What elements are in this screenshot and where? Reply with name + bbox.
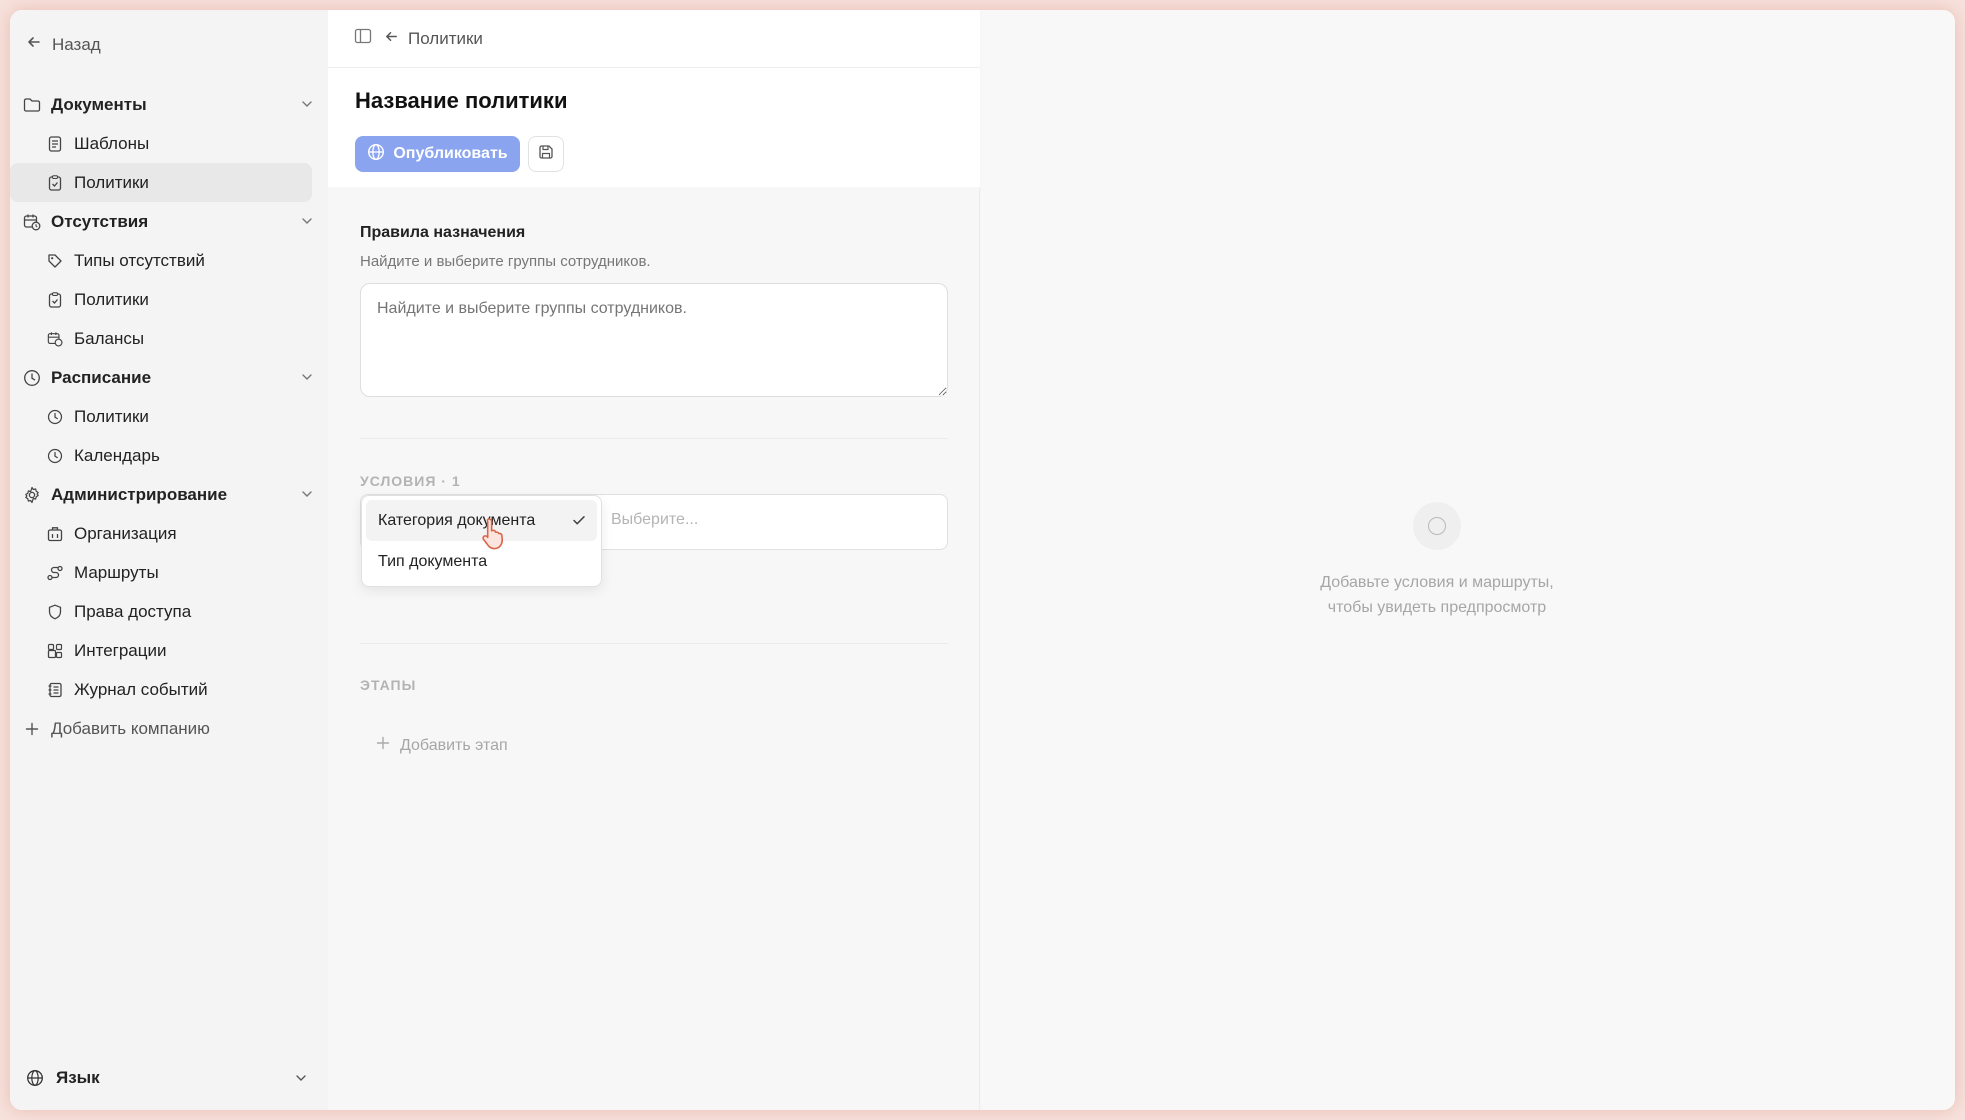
chevron-down-icon xyxy=(300,369,314,389)
arrow-left-icon xyxy=(384,29,399,49)
language-label: Язык xyxy=(56,1068,100,1087)
sidebar-item-label: Маршруты xyxy=(74,562,159,582)
log-icon xyxy=(46,681,64,699)
sidebar-item-integrations[interactable]: Интеграции xyxy=(10,631,316,670)
plus-icon xyxy=(22,722,42,736)
back-link[interactable]: Назад xyxy=(26,34,101,55)
preview-panel: Добавьте условия и маршруты, чтобы увиде… xyxy=(981,10,1955,1110)
dropdown-option-label: Тип документа xyxy=(378,552,488,570)
dropdown-option-label: Категория документа xyxy=(378,511,536,529)
sidebar-item-label: Политики xyxy=(74,289,149,309)
sidebar-item-label: Журнал событий xyxy=(74,679,208,699)
globe-icon xyxy=(26,1069,46,1087)
chevron-down-icon xyxy=(300,96,314,116)
publish-button[interactable]: Опубликовать xyxy=(355,136,520,172)
add-company-button[interactable]: Добавить компанию xyxy=(10,709,328,748)
breadcrumb[interactable]: Политики xyxy=(384,29,483,49)
employee-groups-input[interactable] xyxy=(360,283,948,397)
sidebar-group-label: Администрирование xyxy=(51,484,228,504)
arrow-left-icon xyxy=(26,34,42,55)
sidebar-nav: Документы Шаблоны Политики Отсутствия Ти… xyxy=(10,85,328,748)
check-icon xyxy=(571,512,587,533)
sidebar-item-label: Календарь xyxy=(74,445,160,465)
assignment-rules-description: Найдите и выберите группы сотрудников. xyxy=(360,253,651,270)
sidebar-item-label: Политики xyxy=(74,172,149,192)
sidebar-item-label: Организация xyxy=(74,523,177,543)
language-selector[interactable]: Язык xyxy=(26,1068,308,1088)
sidebar-group-absences[interactable]: Отсутствия xyxy=(10,202,328,241)
building-icon xyxy=(46,525,64,543)
policy-editor: Политики Название политики Опубликовать … xyxy=(328,10,980,1110)
calendar-clock-icon xyxy=(22,212,42,232)
condition-value-select[interactable]: Выберите... xyxy=(611,511,698,529)
sidebar-group-label: Документы xyxy=(51,94,147,114)
sidebar-item-label: Политики xyxy=(74,406,149,426)
section-divider xyxy=(360,438,948,439)
floppy-disk-icon xyxy=(538,144,554,165)
sidebar-item-access-rights[interactable]: Права доступа xyxy=(10,592,316,631)
folder-icon xyxy=(22,95,42,115)
sidebar-item-label: Права доступа xyxy=(74,601,192,621)
chevron-down-icon xyxy=(294,1070,308,1090)
conditions-heading: УСЛОВИЯ · 1 xyxy=(360,473,461,489)
globe-icon xyxy=(367,143,385,166)
sidebar-item-label: Балансы xyxy=(74,328,145,348)
blocks-icon xyxy=(46,642,64,660)
add-stage-button[interactable]: Добавить этап xyxy=(376,736,508,755)
sidebar-item-label: Шаблоны xyxy=(74,133,150,153)
preview-message-line: чтобы увидеть предпросмотр xyxy=(1327,599,1547,616)
chevron-down-icon xyxy=(300,213,314,233)
save-button[interactable] xyxy=(528,136,564,172)
loading-spinner-icon xyxy=(1413,502,1461,550)
preview-empty-message: Добавьте условия и маршруты, чтобы увиде… xyxy=(1237,570,1637,620)
add-company-label: Добавить компанию xyxy=(51,718,210,738)
sidebar-item-absence-policies[interactable]: Политики xyxy=(10,280,316,319)
sidebar-item-absence-types[interactable]: Типы отсутствий xyxy=(10,241,316,280)
editor-header: Политики Название политики Опубликовать xyxy=(328,10,980,187)
clock-icon xyxy=(46,447,64,465)
sidebar-toggle-icon[interactable] xyxy=(354,27,372,50)
sidebar-item-templates[interactable]: Шаблоны xyxy=(10,124,316,163)
shield-icon xyxy=(46,603,64,621)
chevron-down-icon xyxy=(300,486,314,506)
breadcrumb-label: Политики xyxy=(408,28,483,48)
sidebar-item-document-policies[interactable]: Политики xyxy=(10,163,312,202)
sidebar-group-documents[interactable]: Документы xyxy=(10,85,328,124)
stages-heading: ЭТАПЫ xyxy=(360,677,417,693)
assignment-rules-title: Правила назначения xyxy=(360,224,526,241)
document-icon xyxy=(46,135,64,153)
sidebar-item-label: Интеграции xyxy=(74,640,167,660)
sidebar-item-schedule-policies[interactable]: Политики xyxy=(10,397,316,436)
plus-icon xyxy=(376,736,390,755)
sidebar-item-event-log[interactable]: Журнал событий xyxy=(10,670,316,709)
gear-icon xyxy=(22,485,42,505)
sidebar-item-routes[interactable]: Маршруты xyxy=(10,553,316,592)
sidebar-group-label: Расписание xyxy=(51,367,152,387)
add-stage-label: Добавить этап xyxy=(400,736,508,754)
preview-message-line: Добавьте условия и маршруты, xyxy=(1320,574,1554,591)
route-icon xyxy=(46,564,64,582)
clock-icon xyxy=(22,368,42,388)
clock-icon xyxy=(46,408,64,426)
sidebar-item-organization[interactable]: Организация xyxy=(10,514,316,553)
editor-topbar: Политики xyxy=(328,10,980,68)
sidebar-item-label: Типы отсутствий xyxy=(74,250,205,270)
tags-icon xyxy=(46,252,64,270)
app-window: Назад Документы Шаблоны Политики Отсутст… xyxy=(10,10,1955,1110)
sidebar: Назад Документы Шаблоны Политики Отсутст… xyxy=(10,10,328,1110)
sidebar-group-administration[interactable]: Администрирование xyxy=(10,475,328,514)
sidebar-item-calendar[interactable]: Календарь xyxy=(10,436,316,475)
publish-label: Опубликовать xyxy=(393,145,508,162)
page-title[interactable]: Название политики xyxy=(355,88,567,114)
clipboard-check-icon xyxy=(46,291,64,309)
calendar-clock-icon xyxy=(46,330,64,348)
back-label: Назад xyxy=(52,34,101,54)
sidebar-group-label: Отсутствия xyxy=(51,211,149,231)
sidebar-item-balances[interactable]: Балансы xyxy=(10,319,316,358)
sidebar-group-schedule[interactable]: Расписание xyxy=(10,358,328,397)
mouse-pointer-icon xyxy=(480,515,510,556)
section-divider xyxy=(360,643,948,644)
clipboard-check-icon xyxy=(46,174,64,192)
